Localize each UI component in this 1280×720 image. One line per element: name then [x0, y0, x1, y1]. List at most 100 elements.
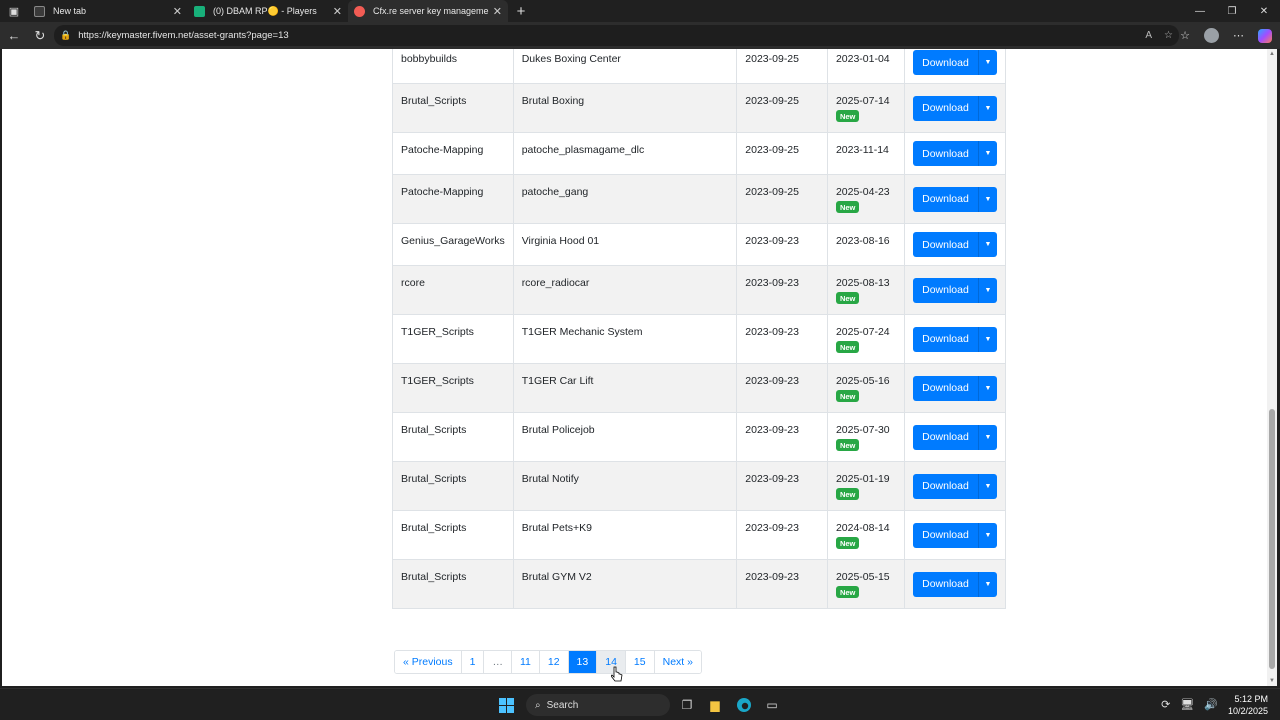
download-button-group: Download ▼	[912, 50, 997, 75]
caret-down-icon[interactable]: ▼	[978, 141, 997, 166]
asset-cell: Brutal Notify	[512, 461, 737, 511]
action-cell: Download ▼	[903, 223, 1007, 266]
asset-cell: T1GER Mechanic System	[512, 314, 737, 364]
tab-actions-icon[interactable]: ▣	[0, 0, 28, 22]
caret-down-icon[interactable]: ▼	[978, 232, 997, 257]
page-link[interactable]: 12	[539, 651, 569, 673]
pagination: « Previous 1… 11 12 13 14 15 Next »	[394, 650, 702, 674]
download-button[interactable]: Download	[912, 326, 979, 352]
table-row: Brutal_Scripts Brutal GYM V2 2023-09-23 202…	[392, 559, 1007, 609]
author-name: Brutal_Scripts	[401, 522, 467, 534]
file-explorer-icon[interactable]: ▆	[706, 696, 724, 714]
caret-down-icon[interactable]: ▼	[978, 375, 997, 401]
new-tab-icon[interactable]: +	[508, 0, 534, 22]
read-aloud-icon[interactable]: A	[1145, 30, 1152, 41]
download-button[interactable]: Download	[912, 522, 979, 548]
page-viewport: bobbybuilds Dukes Boxing Center 2023-09-25…	[2, 49, 1267, 686]
browser-tab-strip: ▣ New tab ✕ (0) DBAM RP🟡 - Players ✕ Cfx…	[0, 0, 1280, 22]
caret-down-icon[interactable]: ▼	[978, 50, 997, 75]
caret-down-icon[interactable]: ▼	[978, 473, 997, 499]
network-icon[interactable]: 🖥	[1180, 698, 1194, 711]
windows-start-icon[interactable]	[499, 698, 514, 713]
refresh-icon[interactable]: ↻	[28, 24, 52, 48]
download-button[interactable]: Download	[912, 277, 979, 303]
volume-icon[interactable]: 🔊	[1204, 698, 1218, 711]
toolbar-right: ☆ ⋯	[1180, 22, 1272, 49]
download-button[interactable]: Download	[912, 424, 979, 450]
copilot-icon[interactable]	[1258, 28, 1272, 43]
asset-name: T1GER Mechanic System	[521, 326, 643, 338]
download-button[interactable]: Download	[912, 473, 979, 499]
updated-date: 2023-08-16	[835, 235, 890, 247]
minimize-icon[interactable]: —	[1184, 0, 1216, 22]
favorite-star-icon[interactable]: ☆	[1164, 30, 1173, 41]
author-cell: T1GER_Scripts	[392, 314, 514, 364]
caret-down-icon[interactable]: ▼	[978, 95, 997, 121]
download-button[interactable]: Download	[912, 50, 979, 75]
scrollbar-thumb[interactable]	[1269, 409, 1275, 669]
tab-dbam-players[interactable]: (0) DBAM RP🟡 - Players ✕	[188, 0, 348, 22]
close-icon[interactable]: ✕	[173, 5, 182, 18]
action-cell: Download ▼	[903, 363, 1007, 413]
updated-cell: 2025-07-24 New	[826, 314, 905, 364]
task-view-icon[interactable]: ❐	[678, 696, 696, 714]
updated-cell: 2025-07-14 New	[826, 83, 905, 133]
caret-down-icon[interactable]: ▼	[978, 424, 997, 450]
page-link[interactable]: « Previous	[395, 651, 462, 673]
granted-date: 2023-09-23	[745, 522, 799, 534]
action-cell: Download ▼	[903, 461, 1007, 511]
tab-cfx-key-management[interactable]: Cfx.re server key management ✕	[348, 0, 508, 22]
download-button[interactable]: Download	[912, 375, 979, 401]
updated-cell: 2023-11-14	[826, 132, 905, 175]
site-info-icon[interactable]: 🔒	[60, 30, 71, 41]
action-cell: Download ▼	[903, 412, 1007, 462]
download-button[interactable]: Download	[912, 571, 979, 597]
close-icon[interactable]: ✕	[333, 5, 342, 18]
updated-date: 2024-08-14	[835, 522, 890, 534]
author-cell: rcore	[392, 265, 514, 315]
taskbar-search[interactable]: ⌕ Search	[526, 694, 670, 716]
taskbar-clock[interactable]: 5:12 PM 10/2/2025	[1228, 693, 1268, 717]
close-icon[interactable]: ✕	[493, 5, 502, 18]
updated-date: 2023-01-04	[835, 53, 890, 65]
profile-icon[interactable]	[1204, 28, 1219, 43]
scroll-down-icon[interactable]: ▼	[1269, 678, 1275, 684]
updated-cell: 2023-01-04	[826, 49, 905, 84]
download-button[interactable]: Download	[912, 232, 979, 257]
download-button[interactable]: Download	[912, 141, 979, 166]
terminal-icon[interactable]: ▭	[763, 696, 781, 714]
more-icon[interactable]: ⋯	[1233, 29, 1244, 42]
page-link[interactable]: 13	[568, 651, 598, 673]
caret-down-icon[interactable]: ▼	[978, 277, 997, 303]
caret-down-icon[interactable]: ▼	[978, 571, 997, 597]
favorites-icon[interactable]: ☆	[1180, 29, 1190, 42]
tab-favicon	[354, 5, 365, 17]
asset-cell: Brutal Policejob	[512, 412, 737, 462]
edge-icon[interactable]	[735, 696, 753, 714]
caret-down-icon[interactable]: ▼	[978, 186, 997, 212]
restore-icon[interactable]: ❐	[1216, 0, 1248, 22]
address-bar[interactable]: 🔒 https://keymaster.fivem.net/asset-gran…	[54, 25, 1179, 46]
asset-name: Brutal GYM V2	[521, 571, 592, 583]
scroll-up-icon[interactable]: ▲	[1269, 51, 1275, 57]
new-badge: New	[835, 488, 860, 500]
tab-favicon	[194, 5, 205, 17]
page-link[interactable]: 15	[625, 651, 655, 673]
download-button[interactable]: Download	[912, 95, 979, 121]
caret-down-icon[interactable]: ▼	[978, 522, 997, 548]
close-icon[interactable]: ✕	[1248, 0, 1280, 22]
page-link[interactable]: 11	[511, 651, 540, 673]
download-button-group: Download ▼	[912, 141, 997, 166]
page-scrollbar[interactable]: ▲ ▼	[1267, 49, 1277, 686]
sync-icon[interactable]: ⟳	[1161, 698, 1170, 711]
updated-cell: 2025-04-23 New	[826, 174, 905, 224]
back-icon[interactable]: ←	[2, 24, 26, 48]
asset-name: rcore_radiocar	[521, 277, 590, 289]
page-link[interactable]: Next »	[654, 651, 701, 673]
page-link[interactable]: 1	[461, 651, 485, 673]
tab-new-tab[interactable]: New tab ✕	[28, 0, 188, 22]
download-button[interactable]: Download	[912, 186, 979, 212]
author-cell: Patoche-Mapping	[392, 132, 514, 175]
action-cell: Download ▼	[903, 83, 1007, 133]
caret-down-icon[interactable]: ▼	[978, 326, 997, 352]
